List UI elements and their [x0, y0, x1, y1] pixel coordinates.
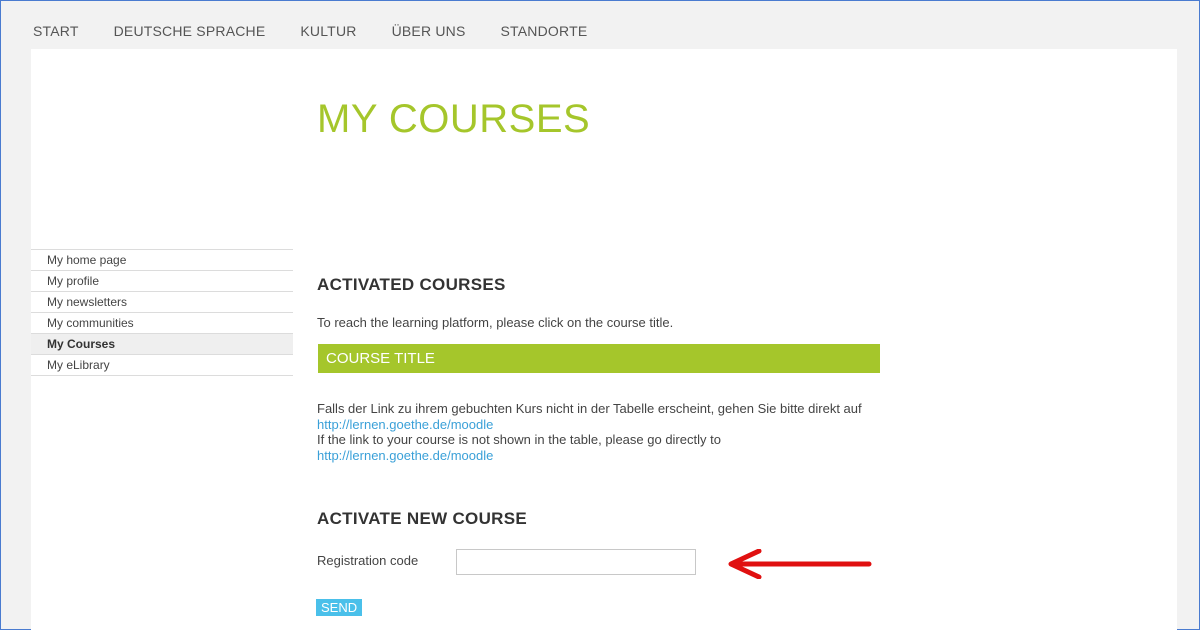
activated-courses-intro: To reach the learning platform, please c…	[317, 315, 674, 330]
nav-start[interactable]: START	[33, 23, 79, 39]
note-german-text: Falls der Link zu ihrem gebuchten Kurs n…	[317, 401, 862, 416]
note-english-text: If the link to your course is not shown …	[317, 432, 721, 447]
top-navigation: START DEUTSCHE SPRACHE KULTUR ÜBER UNS S…	[1, 1, 1199, 47]
registration-code-label: Registration code	[317, 553, 419, 568]
moodle-link-en[interactable]: http://lernen.goethe.de/moodle	[317, 448, 862, 464]
activate-new-course-heading: ACTIVATE NEW COURSE	[317, 509, 528, 528]
sidebar-item-my-communities[interactable]: My communities	[31, 313, 293, 334]
red-arrow-icon	[728, 549, 872, 579]
nav-ueber-uns[interactable]: ÜBER UNS	[392, 23, 466, 39]
moodle-link-de[interactable]: http://lernen.goethe.de/moodle	[317, 417, 862, 433]
content-panel: MY COURSES My home page My profile My ne…	[31, 49, 1177, 630]
sidebar-menu: My home page My profile My newsletters M…	[31, 249, 293, 376]
sidebar-item-my-profile[interactable]: My profile	[31, 271, 293, 292]
activated-courses-heading: ACTIVATED COURSES	[317, 275, 506, 294]
nav-kultur[interactable]: KULTUR	[300, 23, 356, 39]
send-button[interactable]: SEND	[316, 599, 363, 616]
nav-standorte[interactable]: STANDORTE	[501, 23, 588, 39]
sidebar-item-my-newsletters[interactable]: My newsletters	[31, 292, 293, 313]
page-title: MY COURSES	[317, 97, 591, 141]
course-title-column-header: COURSE TITLE	[318, 344, 880, 373]
sidebar-item-my-home-page[interactable]: My home page	[31, 250, 293, 271]
registration-code-input[interactable]	[456, 549, 696, 575]
missing-link-note: Falls der Link zu ihrem gebuchten Kurs n…	[317, 401, 862, 463]
sidebar-item-my-courses[interactable]: My Courses	[31, 334, 293, 355]
sidebar-item-my-elibrary[interactable]: My eLibrary	[31, 355, 293, 376]
nav-deutsche-sprache[interactable]: DEUTSCHE SPRACHE	[114, 23, 266, 39]
